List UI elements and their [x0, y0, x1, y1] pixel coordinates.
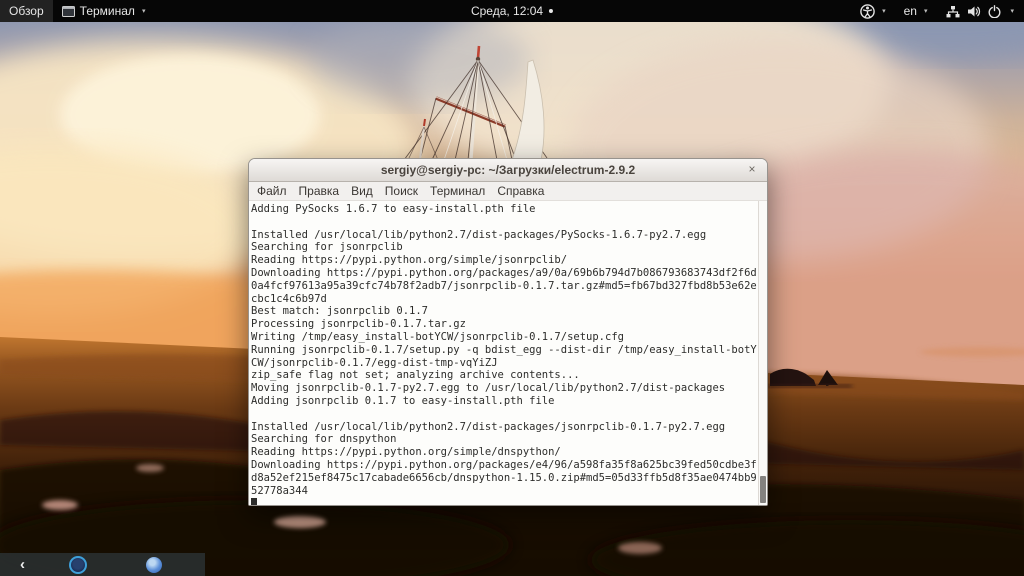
terminal-output-line: Moving jsonrpclib-0.1.7-py2.7.egg to /us… [251, 382, 726, 395]
volume-icon [968, 6, 981, 16]
terminal-output-line: Writing /tmp/easy_install-botYCW/jsonrpc… [251, 330, 624, 343]
accessibility-icon [860, 3, 875, 19]
terminal-output-line: Downloading https://pypi.python.org/pack… [251, 266, 757, 279]
terminal-body: Adding PySocks 1.6.7 to easy-install.pth… [249, 201, 767, 505]
scrollbar-thumb[interactable] [760, 476, 766, 503]
accessibility-menu[interactable]: ▾ [851, 0, 895, 22]
dock-collapse-chevron[interactable]: ‹ [20, 557, 25, 572]
clock-button[interactable]: Среда, 12:04 [463, 0, 561, 22]
terminal-output-line: Searching for dnspython [251, 433, 397, 446]
terminal-output-line: Searching for jsonrpclib [251, 241, 403, 254]
terminal-output-line: Downloading https://pypi.python.org/pack… [251, 458, 757, 471]
dock-panel: ‹ [0, 553, 205, 576]
network-wired-icon [946, 5, 960, 17]
terminal-output[interactable]: Adding PySocks 1.6.7 to easy-install.pth… [249, 201, 758, 505]
terminal-window: sergiy@sergiy-pc: ~/Загрузки/electrum-2.… [248, 158, 768, 506]
terminal-output-line: Installed /usr/local/lib/python2.7/dist-… [251, 420, 726, 433]
terminal-output-line: Adding jsonrpclib 0.1.7 to easy-install.… [251, 394, 555, 407]
app-menu-label: Терминал [79, 4, 135, 18]
chevron-down-icon: ▾ [1010, 7, 1014, 15]
menu-item[interactable]: Поиск [379, 182, 424, 200]
terminal-output-line: 0a4fcf97613a95a39cfc74b78f2adb7/jsonrpcl… [251, 279, 757, 292]
terminal-output-line: Best match: jsonrpclib 0.1.7 [251, 305, 429, 318]
terminal-output-line: Processing jsonrpclib-0.1.7.tar.gz [251, 318, 466, 331]
terminal-output-line: Reading https://pypi.python.org/simple/j… [251, 254, 568, 267]
terminal-output-line: cbc1c4c6b97d [251, 292, 327, 305]
menu-item[interactable]: Правка [293, 182, 346, 200]
terminal-output-line: CW/jsonrpclib-0.1.7/egg-dist-tmp-vqYiZJ [251, 356, 498, 369]
system-status-menu[interactable]: ▾ [936, 0, 1024, 22]
chevron-down-icon: ▾ [882, 7, 886, 15]
terminal-output-line: Installed /usr/local/lib/python2.7/dist-… [251, 228, 707, 241]
power-icon [988, 4, 1001, 18]
keyboard-layout-menu[interactable]: en ▾ [895, 0, 937, 22]
menu-item[interactable]: Файл [251, 182, 293, 200]
window-title: sergiy@sergiy-pc: ~/Загрузки/electrum-2.… [380, 163, 636, 177]
terminal-output-line: Running jsonrpclib-0.1.7/setup.py -q bdi… [251, 343, 757, 356]
chevron-down-icon: ▾ [923, 7, 928, 15]
notification-dot [549, 9, 554, 13]
terminal-menubar: Файл Правка Вид Поиск Терминал Справка [249, 182, 767, 201]
terminal-output-line: 52778a344 [251, 484, 308, 497]
dock-app-icon-1[interactable] [69, 555, 87, 574]
menu-item[interactable]: Вид [345, 182, 379, 200]
menu-item[interactable]: Справка [491, 182, 550, 200]
chevron-down-icon: ▾ [141, 7, 146, 15]
top-bar: Обзор Терминал ▾ Среда, 12:04 ▾ en ▾ ▾ [0, 0, 1024, 22]
dock-app-icon-2[interactable] [146, 556, 162, 573]
activities-button[interactable]: Обзор [0, 0, 53, 22]
terminal-scrollbar[interactable] [758, 201, 767, 505]
keyboard-layout-label: en [903, 4, 917, 18]
menu-item[interactable]: Терминал [424, 182, 491, 200]
terminal-cursor-line [251, 497, 758, 505]
terminal-output-line: zip_safe flag not set; analyzing archive… [251, 369, 580, 382]
terminal-output-line: Adding PySocks 1.6.7 to easy-install.pth… [251, 203, 536, 215]
terminal-app-icon [61, 5, 75, 17]
window-titlebar[interactable]: sergiy@sergiy-pc: ~/Загрузки/electrum-2.… [249, 159, 767, 182]
terminal-output-line: Reading https://pypi.python.org/simple/d… [251, 446, 561, 459]
app-menu-terminal[interactable]: Терминал ▾ [53, 0, 155, 22]
terminal-output-line: d8a52ef215ef8475c17cabade6656cb/dnspytho… [251, 471, 757, 484]
clock-label: Среда, 12:04 [470, 4, 544, 18]
close-button[interactable]: × [744, 160, 760, 178]
activities-label: Обзор [9, 4, 44, 18]
terminal-cursor [251, 497, 258, 505]
